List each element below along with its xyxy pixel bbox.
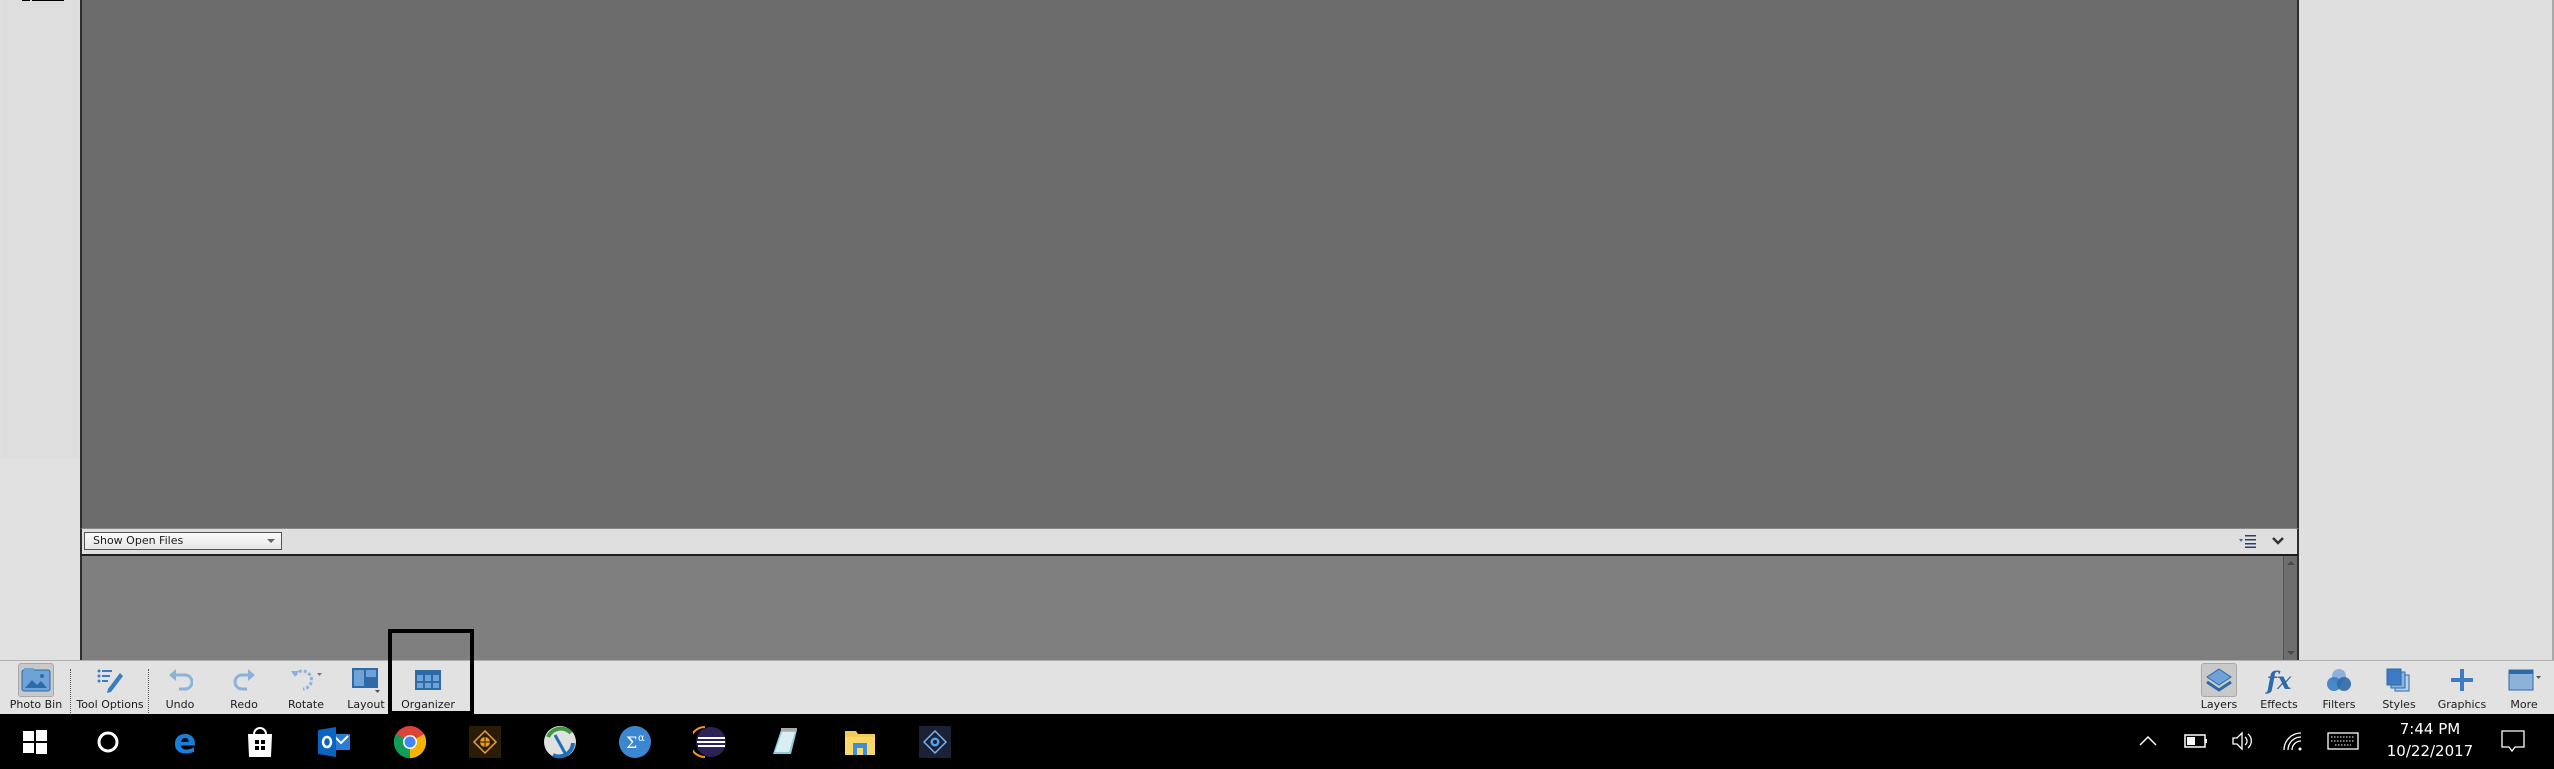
- clock-time: 7:44 PM: [2399, 720, 2461, 738]
- panels-area: [2299, 0, 2554, 660]
- rotate-icon: [288, 663, 324, 697]
- outlook-icon[interactable]: [315, 722, 355, 762]
- action-center-icon[interactable]: [2500, 726, 2526, 756]
- styles-icon: [2381, 663, 2417, 697]
- chevron-up-icon[interactable]: [2138, 726, 2158, 756]
- filters-icon: [2321, 663, 2357, 697]
- folder-icon[interactable]: [840, 722, 880, 762]
- separator: [70, 669, 71, 713]
- premiere-elements-icon[interactable]: [465, 722, 505, 762]
- battery-icon[interactable]: [2183, 726, 2209, 756]
- effects-button[interactable]: fx Effects: [2258, 663, 2300, 713]
- fx-icon: fx: [2266, 665, 2292, 695]
- photoshop-elements-icon[interactable]: [915, 722, 955, 762]
- clock-date: 10/22/2017: [2386, 742, 2474, 760]
- task-panel-bar: Photo Bin Tool Options Undo Redo Rotate …: [0, 660, 2554, 714]
- plus-icon: [2444, 663, 2480, 697]
- scroll-up-icon[interactable]: [2287, 561, 2295, 565]
- windows-taskbar: e Σα 7:44 PM 10/22/2017: [0, 714, 2554, 769]
- keyboard-icon[interactable]: [2326, 726, 2360, 756]
- layers-button[interactable]: Layers: [2198, 663, 2240, 713]
- more-button[interactable]: More: [2504, 663, 2544, 713]
- scroll-down-icon[interactable]: [2287, 651, 2295, 655]
- rotate-button[interactable]: Rotate: [282, 663, 330, 713]
- tool-options-icon: [92, 663, 128, 697]
- filters-button[interactable]: Filters: [2318, 663, 2360, 713]
- layers-icon: [2201, 663, 2237, 697]
- math-input-icon[interactable]: Σα: [615, 722, 655, 762]
- bin-scrollbar[interactable]: [2283, 556, 2297, 660]
- separator: [148, 669, 149, 713]
- redo-button[interactable]: Redo: [222, 663, 266, 713]
- organizer-icon: [410, 663, 446, 697]
- dropdown-value: Show Open Files: [93, 534, 184, 547]
- wifi-icon[interactable]: [2280, 726, 2306, 756]
- anyconnect-icon[interactable]: [540, 722, 580, 762]
- chrome-icon[interactable]: [390, 722, 430, 762]
- tools-group: [1, 0, 79, 458]
- dropdown-arrow-icon: [267, 539, 275, 543]
- organizer-button[interactable]: Organizer: [398, 663, 458, 713]
- windows-logo-icon[interactable]: [15, 722, 55, 762]
- eclipse-icon[interactable]: [690, 722, 730, 762]
- layout-button[interactable]: Layout: [343, 663, 389, 713]
- svg-text:Σ: Σ: [626, 733, 637, 752]
- graphics-button[interactable]: Graphics: [2436, 663, 2488, 713]
- more-panel-icon: [2506, 663, 2542, 697]
- image-canvas[interactable]: [80, 0, 2299, 528]
- photo-bin-button[interactable]: Photo Bin: [9, 663, 63, 713]
- volume-icon[interactable]: [2230, 726, 2256, 756]
- undo-icon: [162, 663, 198, 697]
- svg-text:α: α: [638, 733, 645, 744]
- photo-bin-icon: [18, 663, 54, 697]
- tool-edge-mark: [22, 0, 30, 1]
- layout-icon: [348, 663, 384, 697]
- undo-button[interactable]: Undo: [158, 663, 202, 713]
- edge-icon[interactable]: e: [165, 722, 205, 762]
- photo-bin-area[interactable]: [80, 556, 2299, 660]
- system-clock[interactable]: 7:44 PM 10/22/2017: [2370, 718, 2490, 762]
- photo-bin-header: Show Open Files: [80, 528, 2299, 556]
- tools-panel: [0, 0, 80, 660]
- redo-icon: [226, 663, 262, 697]
- bin-options-icon[interactable]: [2239, 534, 2257, 548]
- styles-button[interactable]: Styles: [2378, 663, 2420, 713]
- tool-options-button[interactable]: Tool Options: [73, 663, 147, 713]
- store-icon[interactable]: [240, 722, 280, 762]
- editor-window: Show Open Files Photo Bin Tool Options U…: [0, 0, 2554, 769]
- show-files-dropdown[interactable]: Show Open Files: [84, 532, 282, 550]
- chevron-down-icon[interactable]: [2271, 534, 2285, 548]
- cortana-circle-icon[interactable]: [88, 722, 128, 762]
- tool-edge-mark: [32, 0, 64, 1]
- notepad-icon[interactable]: [765, 722, 805, 762]
